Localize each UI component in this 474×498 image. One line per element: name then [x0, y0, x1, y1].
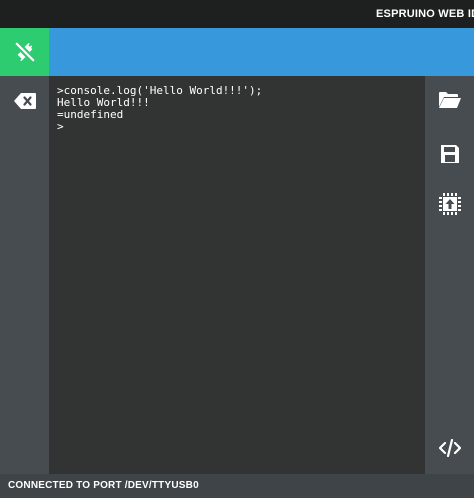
open-file-button[interactable] [425, 80, 474, 120]
console-line: =undefined [57, 108, 124, 121]
folder-open-icon [438, 91, 462, 109]
floppy-disk-icon [440, 144, 460, 164]
espruino-ide-window: ESPRUINO WEB IDE >console.log('Hel [0, 0, 474, 498]
status-bar: CONNECTED TO PORT /DEV/TTYUSB0 [0, 474, 474, 498]
plug-disconnected-icon [14, 41, 36, 63]
right-toolbar [425, 76, 474, 474]
console-terminal[interactable]: >console.log('Hello World!!!'); Hello Wo… [49, 76, 425, 474]
console-prompt: > [57, 120, 64, 133]
connection-status: CONNECTED TO PORT /DEV/TTYUSB0 [8, 480, 199, 491]
backspace-icon [13, 93, 36, 109]
app-title: ESPRUINO WEB IDE [376, 8, 474, 20]
connect-button[interactable] [0, 28, 49, 76]
send-to-espruino-button[interactable] [425, 184, 474, 224]
save-file-button[interactable] [425, 134, 474, 174]
upload-to-board-icon [438, 193, 461, 215]
clear-console-button[interactable] [0, 81, 49, 121]
left-toolbar [0, 76, 49, 474]
toggle-code-editor-button[interactable] [425, 428, 474, 468]
top-toolbar [49, 28, 474, 76]
code-icon [438, 439, 461, 457]
title-bar: ESPRUINO WEB IDE [0, 0, 474, 28]
